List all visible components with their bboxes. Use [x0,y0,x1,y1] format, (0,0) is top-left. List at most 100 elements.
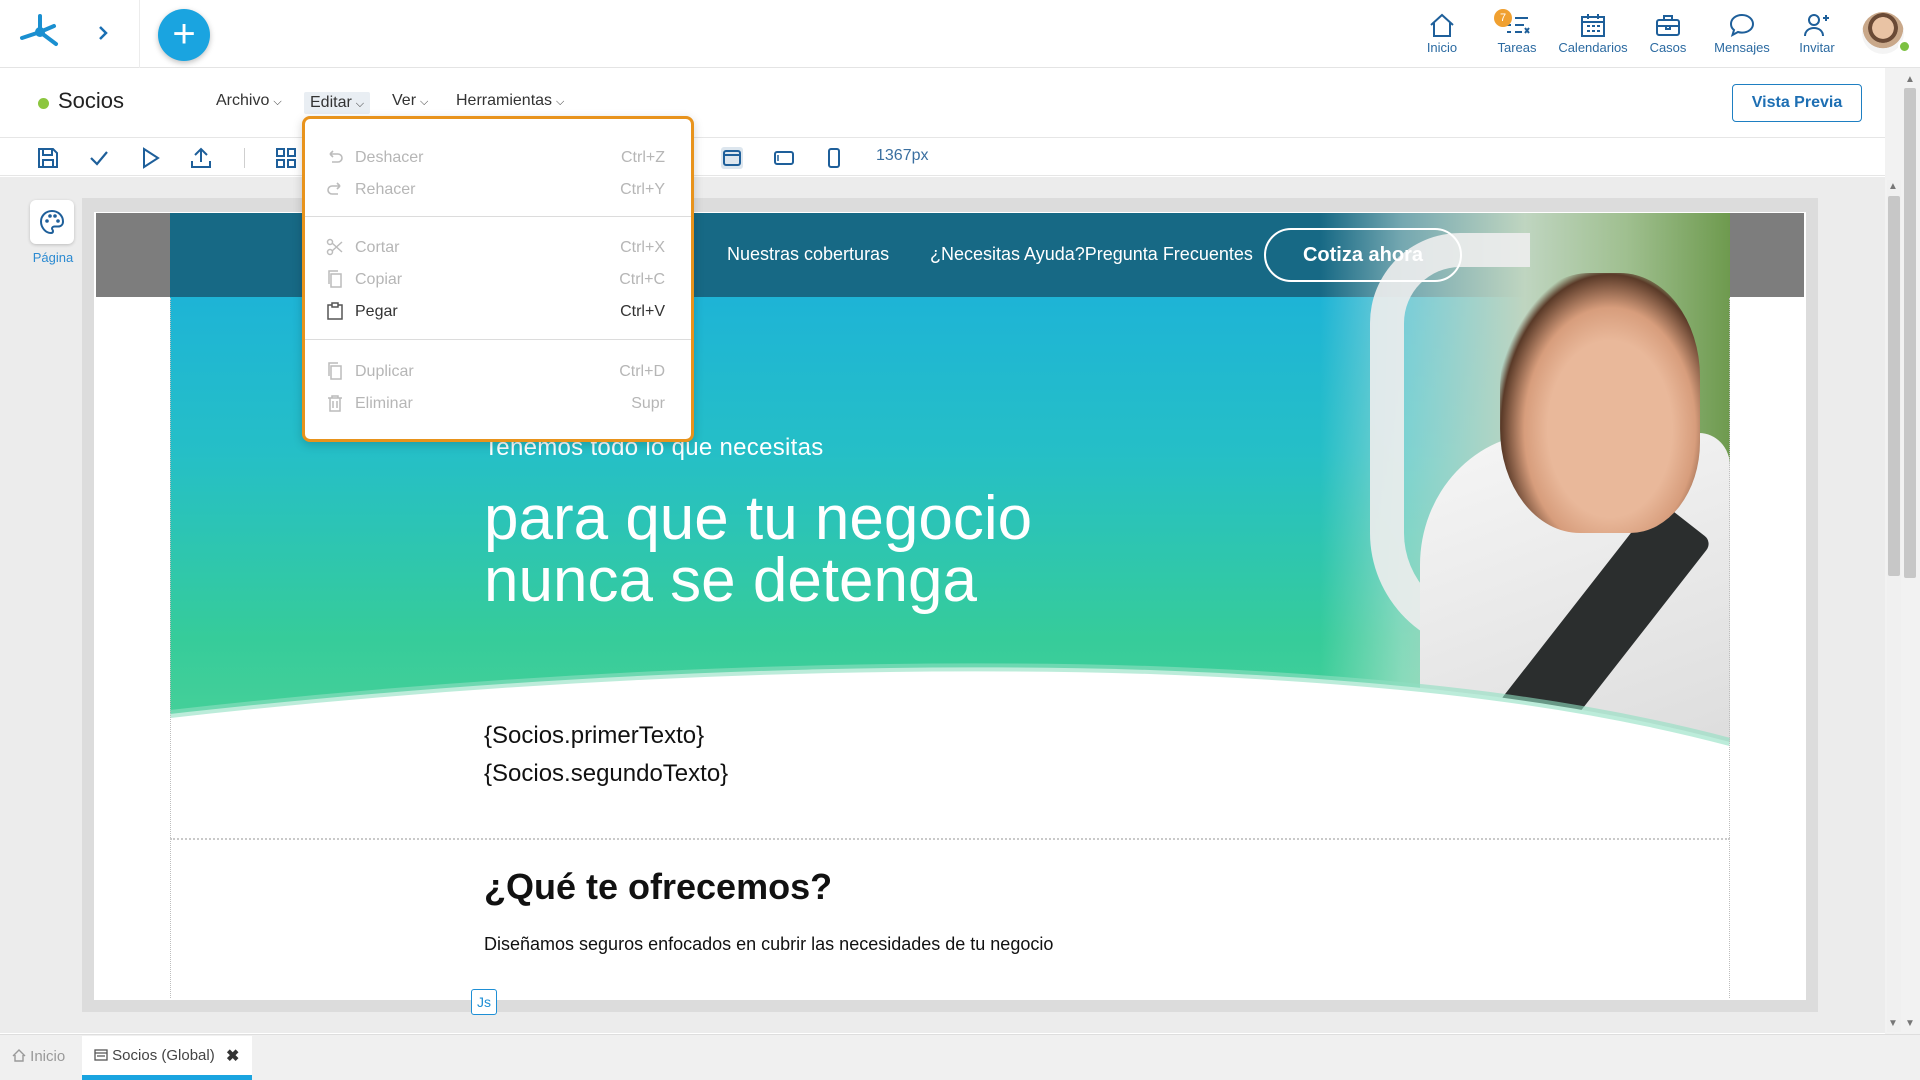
nav-casos-label: Casos [1649,40,1687,55]
canvas-scroll-up-icon[interactable]: ▲ [1888,181,1898,192]
nav-invitar-label: Invitar [1799,40,1835,55]
briefcase-icon [1656,15,1680,36]
form-icon [94,1049,108,1061]
site-nav-ayuda[interactable]: ¿Necesitas Ayuda?Pregunta Frecuentes [930,244,1253,265]
chat-icon [1729,13,1755,38]
menu-item-deshacer[interactable]: Deshacer Ctrl+Z [305,143,691,171]
logo-area [0,0,140,68]
nav-mensajes[interactable]: Mensajes [1704,8,1780,58]
page-tool-label: Página [32,250,74,265]
nav-casos[interactable]: Casos [1630,8,1706,58]
menu-separator [305,216,691,217]
document-title-bar [0,68,1885,138]
check-icon[interactable] [87,146,111,170]
scroll-up-arrow-icon[interactable]: ▲ [1905,74,1915,85]
menu-item-cortar[interactable]: Cortar Ctrl+X [305,233,691,261]
menu-item-label: Rehacer [355,181,416,198]
nav-invitar[interactable]: Invitar [1779,8,1855,58]
placeholder-segundo-texto[interactable]: {Socios.segundoTexto} [484,760,728,788]
home-icon [12,1049,26,1062]
nav-inicio[interactable]: Inicio [1404,8,1480,58]
menu-item-duplicar[interactable]: Duplicar Ctrl+D [305,357,691,385]
offer-title[interactable]: ¿Qué te ofrecemos? [484,866,832,908]
save-icon[interactable] [36,146,60,170]
offer-text[interactable]: Diseñamos seguros enfocados en cubrir la… [484,934,1053,955]
menu-item-shortcut: Supr [631,395,665,412]
menu-ver-label: Ver [392,92,417,109]
chevron-down-icon: ⌵ [556,96,565,108]
bottom-tab-bar [0,1034,1920,1080]
menu-separator [305,339,691,340]
export-icon[interactable] [189,146,213,170]
menu-item-rehacer[interactable]: Rehacer Ctrl+Y [305,175,691,203]
nav-calendarios-label: Calendarios [1558,40,1628,55]
grid-icon[interactable] [274,146,298,170]
menu-archivo[interactable]: Archivo ⌵ [216,92,282,110]
menu-item-eliminar[interactable]: Eliminar Supr [305,389,691,417]
scroll-down-arrow-icon[interactable]: ▼ [1905,1018,1915,1029]
page-scrollbar-thumb[interactable] [1904,88,1916,578]
tablet-view-icon[interactable] [772,146,796,170]
preview-button[interactable]: Vista Previa [1732,84,1862,122]
calendar-icon [1581,14,1605,37]
site-nav-coberturas[interactable]: Nuestras coberturas [727,244,889,265]
redo-icon [327,182,341,195]
menu-ver[interactable]: Ver ⌵ [392,92,428,110]
menu-herramientas[interactable]: Herramientas ⌵ [456,92,564,110]
tasks-count-badge: 7 [1494,9,1512,27]
menu-item-shortcut: Ctrl+Z [621,149,665,166]
palette-icon [39,209,65,235]
nav-mensajes-label: Mensajes [1714,40,1770,55]
menu-item-label: Copiar [355,271,403,288]
placeholder-primer-texto[interactable]: {Socios.primerTexto} [484,722,704,750]
tab-inicio[interactable]: Inicio [0,1036,80,1078]
edit-menu-dropdown: Deshacer Ctrl+Z Rehacer Ctrl+Y Cortar Ct… [302,116,694,442]
status-dot [38,98,49,109]
paste-icon [327,302,343,320]
cotiza-ahora-button[interactable]: Cotiza ahora [1264,228,1462,282]
canvas-scrollbar-thumb[interactable] [1888,196,1900,576]
menu-item-shortcut: Ctrl+C [619,271,665,288]
desktop-view-icon[interactable] [720,146,744,170]
hero-photo-face [1500,273,1700,533]
js-component-badge[interactable]: Js [471,989,497,1015]
hero-title[interactable]: para que tu negocio nunca se detenga [484,488,1184,612]
app-logo-icon[interactable] [18,12,62,52]
scissors-icon [326,238,343,256]
menu-item-copiar[interactable]: Copiar Ctrl+C [305,265,691,293]
section-guide-left [170,298,171,998]
home-icon [1430,13,1454,37]
add-new-button[interactable]: + [158,9,210,61]
undo-icon [329,150,343,163]
menu-item-label: Pegar [355,303,398,320]
nav-tareas[interactable]: Tareas [1479,8,1555,58]
menu-item-label: Eliminar [355,395,413,412]
close-tab-icon[interactable]: ✖ [226,1046,239,1066]
menu-item-shortcut: Ctrl+V [620,303,665,320]
menu-archivo-label: Archivo [216,92,270,109]
play-icon[interactable] [138,146,162,170]
menu-item-label: Cortar [355,239,400,256]
mobile-view-icon[interactable] [822,146,846,170]
menu-item-label: Deshacer [355,149,424,166]
online-status-dot [1898,40,1911,53]
menu-item-pegar[interactable]: Pegar Ctrl+V [305,297,691,325]
menu-item-shortcut: Ctrl+D [619,363,665,380]
nav-inicio-label: Inicio [1426,40,1458,55]
expand-chevron-icon[interactable] [96,24,110,42]
nav-calendarios[interactable]: Calendarios [1554,8,1632,58]
viewport-width-label: 1367px [876,147,929,164]
tab-inicio-label: Inicio [30,1048,66,1065]
section-guide-right [1729,298,1730,998]
menu-editar[interactable]: Editar ⌵ [304,92,371,114]
page-style-button[interactable] [30,200,74,244]
canvas-scroll-down-icon[interactable]: ▼ [1888,1018,1898,1029]
chevron-down-icon: ⌵ [273,96,282,108]
section-separator [170,838,1730,840]
copy-icon [328,270,342,288]
chevron-down-icon: ⌵ [420,96,429,108]
menu-herramientas-label: Herramientas [456,92,553,109]
hero-wave-divider [170,663,1730,760]
tab-socios-label: Socios (Global) [112,1047,215,1064]
trash-icon [328,395,342,412]
